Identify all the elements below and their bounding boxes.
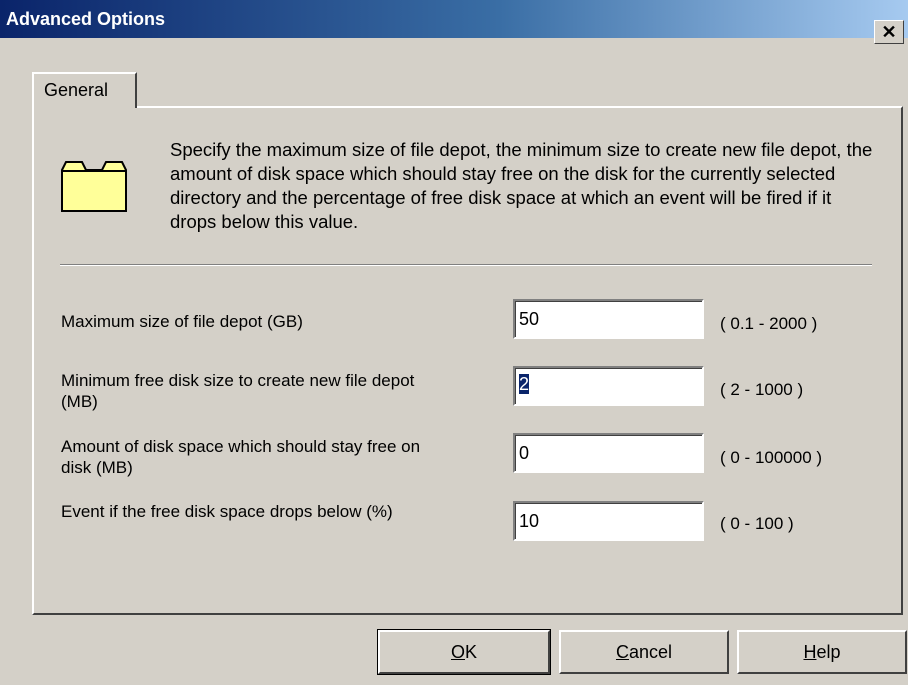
help-label: elp [816,641,841,662]
close-button[interactable]: ✕ [874,20,904,44]
description-text: Specify the maximum size of file depot, … [170,139,873,232]
tab-general-label: General [44,80,109,100]
event-threshold-label: Event if the free disk space drops below… [61,502,393,521]
reserved-space-range: ( 0 - 100000 ) [720,448,823,467]
separator [60,264,872,266]
max-depot-size-input[interactable] [513,299,704,339]
min-free-disk-label: Minimum free disk size to create new fil… [61,371,415,411]
min-free-disk-input[interactable]: 2 [513,366,704,406]
event-threshold-range: ( 0 - 100 ) [720,514,794,533]
ok-accel: O [450,641,465,662]
max-depot-size-range: ( 0.1 - 2000 ) [720,314,818,333]
cancel-accel: C [615,641,629,662]
cancel-button[interactable]: Cancel [559,630,729,674]
folder-icon [61,161,127,212]
event-threshold-input[interactable] [513,501,704,541]
cancel-label: ancel [628,641,673,662]
ok-button[interactable]: OK [377,629,551,675]
max-depot-size-label: Maximum size of file depot (GB) [61,312,303,331]
min-free-disk-range: ( 2 - 1000 ) [720,380,804,399]
close-icon: ✕ [881,22,897,42]
tab-general[interactable]: General [32,72,137,108]
help-accel: H [803,641,817,662]
ok-label: K [465,641,478,662]
reserved-space-label: Amount of disk space which should stay f… [61,437,421,477]
title-bar[interactable]: Advanced Options [0,0,908,38]
help-button[interactable]: Help [737,630,907,674]
reserved-space-input[interactable] [513,433,704,473]
window-title: Advanced Options [6,9,166,29]
min-free-disk-value: 2 [519,374,530,394]
